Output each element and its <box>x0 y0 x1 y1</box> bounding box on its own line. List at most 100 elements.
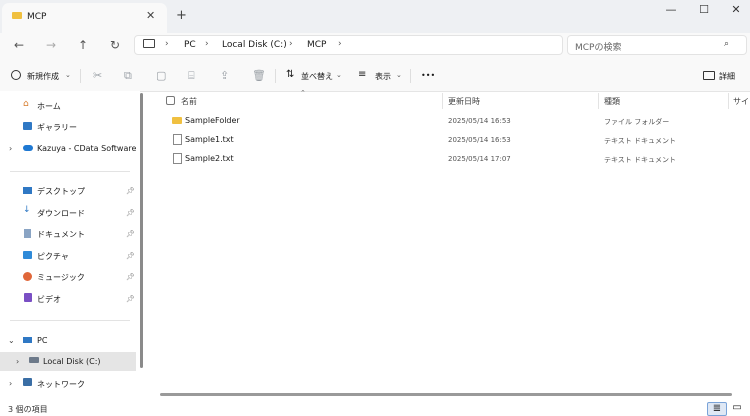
drive-icon <box>29 357 39 363</box>
details-button[interactable]: 詳細 <box>719 71 735 82</box>
share-icon[interactable]: ⇪ <box>220 69 229 82</box>
gallery-icon <box>23 122 32 130</box>
breadcrumb-mcp[interactable]: MCP <box>307 40 326 50</box>
file-name: Sample1.txt <box>185 135 234 144</box>
pin-icon: 📌︎ <box>126 273 135 281</box>
breadcrumb-pc[interactable]: PC <box>184 40 196 50</box>
column-header-type[interactable]: 種類 <box>604 96 620 107</box>
view-button[interactable]: 表示 <box>375 71 391 82</box>
file-type: テキスト ドキュメント <box>604 156 677 164</box>
breadcrumb-local-disk[interactable]: Local Disk (C:) <box>222 40 287 50</box>
paste-icon[interactable]: ▢ <box>156 69 166 82</box>
sort-icon: ⇅ <box>286 69 295 80</box>
back-button[interactable]: ← <box>11 38 27 52</box>
sidebar-item-label: ミュージック <box>37 273 85 282</box>
new-icon <box>11 70 21 80</box>
close-window-button[interactable]: ✕ <box>725 3 747 16</box>
pictures-icon <box>23 251 32 259</box>
sidebar-item-label: ホーム <box>37 102 61 111</box>
divider <box>10 320 130 321</box>
column-header-name[interactable]: 名前 <box>181 96 197 107</box>
sidebar-item-label: Local Disk (C:) <box>43 357 101 366</box>
chevron-right-icon: › <box>289 39 293 49</box>
chevron-right-icon[interactable]: › <box>338 39 342 49</box>
file-modified: 2025/05/14 16:53 <box>448 117 511 125</box>
home-icon: ⌂ <box>23 99 29 109</box>
divider <box>410 69 411 83</box>
file-name: Sample2.txt <box>185 154 234 163</box>
sidebar-item-label: Kazuya - CData Software <box>37 144 137 153</box>
sidebar-item-label: ピクチャ <box>37 252 69 261</box>
up-button[interactable]: ↑ <box>75 38 91 52</box>
sidebar-item-label: ギャラリー <box>37 123 77 132</box>
sidebar-item-label: ダウンロード <box>37 209 85 218</box>
file-type: ファイル フォルダー <box>604 118 670 126</box>
desktop-icon <box>23 187 32 194</box>
text-file-icon <box>173 153 182 164</box>
chevron-down-icon: ⌄ <box>396 71 402 79</box>
sort-button[interactable]: 並べ替え <box>301 71 333 82</box>
search-icon: ⌕ <box>724 39 730 49</box>
column-divider[interactable] <box>728 93 729 109</box>
select-all-checkbox[interactable] <box>166 96 175 105</box>
view-icon: ≡ <box>358 69 367 80</box>
sort-indicator-icon: ⌃ <box>300 89 306 97</box>
sidebar-item-label: ドキュメント <box>37 230 85 239</box>
more-options-button[interactable]: ••• <box>421 71 435 80</box>
sidebar-item-videos[interactable] <box>0 289 136 307</box>
pin-icon: 📌︎ <box>126 252 135 260</box>
column-header-size[interactable]: サイズ <box>733 96 748 107</box>
video-icon <box>24 293 32 302</box>
address-bar[interactable] <box>134 35 563 55</box>
network-icon <box>23 378 32 386</box>
file-name: SampleFolder <box>185 116 240 125</box>
close-tab-button[interactable]: ✕ <box>146 9 155 22</box>
horizontal-scrollbar[interactable] <box>160 393 732 396</box>
file-modified: 2025/05/14 17:07 <box>448 155 511 163</box>
details-pane-icon <box>703 71 715 80</box>
sidebar-item-pc[interactable] <box>0 332 136 350</box>
column-header-modified[interactable]: 更新日時 <box>448 96 480 107</box>
pin-icon: 📌︎ <box>126 295 135 303</box>
copy-icon[interactable]: ⧉ <box>124 69 132 83</box>
divider <box>275 69 276 83</box>
sidebar-item-label: PC <box>37 336 48 345</box>
document-icon <box>24 229 31 238</box>
cloud-icon <box>23 145 33 151</box>
refresh-button[interactable]: ↻ <box>107 38 123 52</box>
forward-button[interactable]: → <box>43 38 59 52</box>
sidebar-item-home[interactable] <box>0 97 136 115</box>
file-modified: 2025/05/14 16:53 <box>448 136 511 144</box>
rename-icon[interactable]: ⌸ <box>188 69 195 83</box>
folder-icon <box>12 12 22 19</box>
maximize-button[interactable]: ☐ <box>693 3 715 16</box>
search-placeholder: MCPの検索 <box>575 43 622 53</box>
details-view-button[interactable]: ≣ <box>707 402 727 416</box>
sidebar-scrollbar[interactable] <box>140 93 143 368</box>
chevron-down-icon: ⌄ <box>336 71 342 79</box>
new-button[interactable]: 新規作成 <box>27 71 59 82</box>
divider <box>80 69 81 83</box>
minimize-button[interactable]: — <box>660 3 682 16</box>
chevron-right-icon: › <box>165 39 169 49</box>
status-item-count: 3 個の項目 <box>8 405 48 414</box>
folder-icon <box>172 117 182 124</box>
monitor-icon <box>143 39 155 48</box>
pin-icon: 📌︎ <box>126 209 135 217</box>
new-tab-button[interactable]: + <box>176 8 187 23</box>
column-divider[interactable] <box>442 93 443 109</box>
chevron-right-icon: › <box>205 39 209 49</box>
chevron-right-icon[interactable]: › <box>16 357 19 366</box>
download-icon: ↓ <box>23 205 31 215</box>
sidebar-item-label: デスクトップ <box>37 187 85 196</box>
column-divider[interactable] <box>598 93 599 109</box>
chevron-down-icon: ⌄ <box>65 71 71 79</box>
pin-icon: 📌︎ <box>126 187 135 195</box>
tiles-view-button[interactable]: ▭ <box>728 402 746 414</box>
cut-icon[interactable]: ✂ <box>93 69 102 82</box>
sidebar-item-label: ネットワーク <box>37 380 85 389</box>
text-file-icon <box>173 134 182 145</box>
delete-icon[interactable]: 🗑︎ <box>252 69 266 82</box>
tab-title: MCP <box>27 12 47 22</box>
pc-icon <box>23 337 32 343</box>
